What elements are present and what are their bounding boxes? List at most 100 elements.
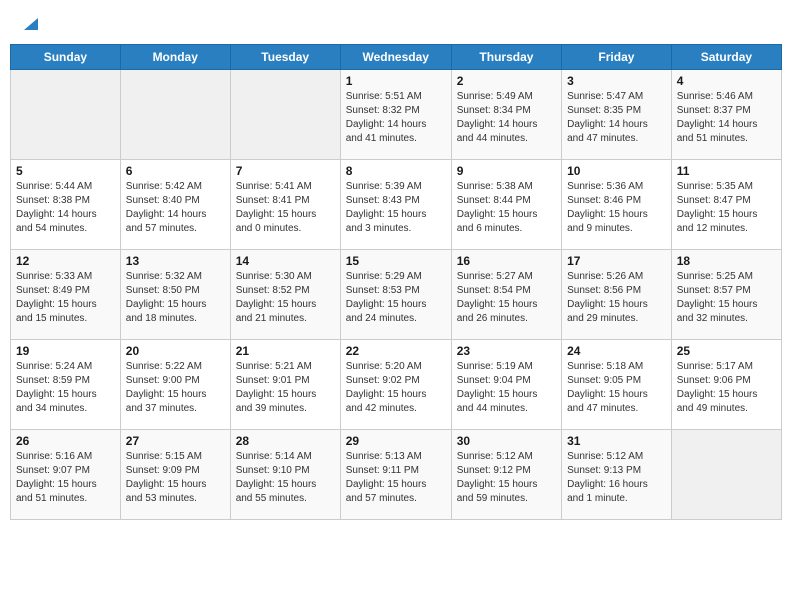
day-of-week-header: Tuesday <box>230 45 340 70</box>
calendar-week-row: 1 Sunrise: 5:51 AM Sunset: 8:32 PM Daylig… <box>11 70 782 160</box>
day-number: 18 <box>677 254 776 268</box>
calendar-cell: 25 Sunrise: 5:17 AM Sunset: 9:06 PM Dayli… <box>671 340 781 430</box>
day-info: Sunrise: 5:33 AM Sunset: 8:49 PM Dayligh… <box>16 270 115 326</box>
day-number: 21 <box>236 344 335 358</box>
day-info: Sunrise: 5:17 AM Sunset: 9:06 PM Dayligh… <box>677 360 776 416</box>
calendar-cell: 12Sunrise: 5:33 AM Sunset: 8:49 PM Dayli… <box>11 250 121 340</box>
day-number: 6 <box>126 164 225 178</box>
day-info: Sunrise: 5:20 AM Sunset: 9:02 PM Dayligh… <box>346 360 446 416</box>
calendar-cell: 23 Sunrise: 5:19 AM Sunset: 9:04 PM Dayli… <box>451 340 561 430</box>
calendar-cell: 6 Sunrise: 5:42 AM Sunset: 8:40 PM Daylig… <box>120 160 230 250</box>
day-info: Sunrise: 5:51 AM Sunset: 8:32 PM Dayligh… <box>346 90 446 146</box>
calendar-cell: 17Sunrise: 5:26 AM Sunset: 8:56 PM Dayli… <box>562 250 672 340</box>
calendar-cell: 14 Sunrise: 5:30 AM Sunset: 8:52 PM Dayli… <box>230 250 340 340</box>
day-info: Sunrise: 5:44 AM Sunset: 8:38 PM Dayligh… <box>16 180 115 236</box>
calendar-cell: 15 Sunrise: 5:29 AM Sunset: 8:53 PM Dayli… <box>340 250 451 340</box>
day-number: 19 <box>16 344 115 358</box>
day-number: 26 <box>16 434 115 448</box>
day-number: 28 <box>236 434 335 448</box>
day-info: Sunrise: 5:16 AM Sunset: 9:07 PM Dayligh… <box>16 450 115 506</box>
day-info: Sunrise: 5:32 AM Sunset: 8:50 PM Dayligh… <box>126 270 225 326</box>
day-number: 31 <box>567 434 666 448</box>
day-number: 8 <box>346 164 446 178</box>
day-number: 24 <box>567 344 666 358</box>
day-info: Sunrise: 5:27 AM Sunset: 8:54 PM Dayligh… <box>457 270 556 326</box>
day-number: 27 <box>126 434 225 448</box>
calendar-cell: 5 Sunrise: 5:44 AM Sunset: 8:38 PM Daylig… <box>11 160 121 250</box>
calendar-cell: 13 Sunrise: 5:32 AM Sunset: 8:50 PM Dayli… <box>120 250 230 340</box>
calendar-cell: 21 Sunrise: 5:21 AM Sunset: 9:01 PM Dayli… <box>230 340 340 430</box>
day-number: 30 <box>457 434 556 448</box>
calendar-cell: 26 Sunrise: 5:16 AM Sunset: 9:07 PM Dayli… <box>11 430 121 520</box>
calendar-cell: 19Sunrise: 5:24 AM Sunset: 8:59 PM Dayli… <box>11 340 121 430</box>
day-of-week-header: Friday <box>562 45 672 70</box>
day-number: 5 <box>16 164 115 178</box>
day-number: 16 <box>457 254 556 268</box>
day-info: Sunrise: 5:41 AM Sunset: 8:41 PM Dayligh… <box>236 180 335 236</box>
day-info: Sunrise: 5:13 AM Sunset: 9:11 PM Dayligh… <box>346 450 446 506</box>
day-info: Sunrise: 5:19 AM Sunset: 9:04 PM Dayligh… <box>457 360 556 416</box>
logo-icon <box>20 14 38 32</box>
day-info: Sunrise: 5:38 AM Sunset: 8:44 PM Dayligh… <box>457 180 556 236</box>
day-number: 1 <box>346 74 446 88</box>
day-of-week-header: Saturday <box>671 45 781 70</box>
calendar-cell <box>11 70 121 160</box>
calendar-cell: 16 Sunrise: 5:27 AM Sunset: 8:54 PM Dayli… <box>451 250 561 340</box>
day-info: Sunrise: 5:14 AM Sunset: 9:10 PM Dayligh… <box>236 450 335 506</box>
day-info: Sunrise: 5:18 AM Sunset: 9:05 PM Dayligh… <box>567 360 666 416</box>
day-number: 3 <box>567 74 666 88</box>
calendar-cell: 28 Sunrise: 5:14 AM Sunset: 9:10 PM Dayli… <box>230 430 340 520</box>
calendar-cell: 8 Sunrise: 5:39 AM Sunset: 8:43 PM Daylig… <box>340 160 451 250</box>
day-info: Sunrise: 5:12 AM Sunset: 9:12 PM Dayligh… <box>457 450 556 506</box>
day-number: 13 <box>126 254 225 268</box>
day-number: 23 <box>457 344 556 358</box>
day-number: 15 <box>346 254 446 268</box>
day-of-week-header: Sunday <box>11 45 121 70</box>
calendar-cell: 20 Sunrise: 5:22 AM Sunset: 9:00 PM Dayli… <box>120 340 230 430</box>
day-of-week-header: Wednesday <box>340 45 451 70</box>
day-number: 4 <box>677 74 776 88</box>
calendar-week-row: 12Sunrise: 5:33 AM Sunset: 8:49 PM Dayli… <box>11 250 782 340</box>
day-info: Sunrise: 5:47 AM Sunset: 8:35 PM Dayligh… <box>567 90 666 146</box>
calendar-cell: 1 Sunrise: 5:51 AM Sunset: 8:32 PM Daylig… <box>340 70 451 160</box>
day-info: Sunrise: 5:26 AM Sunset: 8:56 PM Dayligh… <box>567 270 666 326</box>
day-number: 14 <box>236 254 335 268</box>
calendar-cell: 18 Sunrise: 5:25 AM Sunset: 8:57 PM Dayli… <box>671 250 781 340</box>
day-number: 20 <box>126 344 225 358</box>
calendar-week-row: 26 Sunrise: 5:16 AM Sunset: 9:07 PM Dayli… <box>11 430 782 520</box>
calendar-cell <box>120 70 230 160</box>
day-info: Sunrise: 5:49 AM Sunset: 8:34 PM Dayligh… <box>457 90 556 146</box>
logo <box>18 14 38 32</box>
calendar-cell: 27Sunrise: 5:15 AM Sunset: 9:09 PM Dayli… <box>120 430 230 520</box>
calendar-week-row: 19Sunrise: 5:24 AM Sunset: 8:59 PM Dayli… <box>11 340 782 430</box>
calendar-cell <box>230 70 340 160</box>
calendar-cell: 29 Sunrise: 5:13 AM Sunset: 9:11 PM Dayli… <box>340 430 451 520</box>
calendar-cell: 3 Sunrise: 5:47 AM Sunset: 8:35 PM Daylig… <box>562 70 672 160</box>
calendar-cell: 9Sunrise: 5:38 AM Sunset: 8:44 PM Daylig… <box>451 160 561 250</box>
day-info: Sunrise: 5:29 AM Sunset: 8:53 PM Dayligh… <box>346 270 446 326</box>
calendar-header-row: SundayMondayTuesdayWednesdayThursdayFrid… <box>11 45 782 70</box>
day-info: Sunrise: 5:30 AM Sunset: 8:52 PM Dayligh… <box>236 270 335 326</box>
day-info: Sunrise: 5:25 AM Sunset: 8:57 PM Dayligh… <box>677 270 776 326</box>
day-info: Sunrise: 5:39 AM Sunset: 8:43 PM Dayligh… <box>346 180 446 236</box>
calendar-table: SundayMondayTuesdayWednesdayThursdayFrid… <box>10 44 782 520</box>
day-info: Sunrise: 5:35 AM Sunset: 8:47 PM Dayligh… <box>677 180 776 236</box>
calendar-cell: 2 Sunrise: 5:49 AM Sunset: 8:34 PM Daylig… <box>451 70 561 160</box>
day-info: Sunrise: 5:46 AM Sunset: 8:37 PM Dayligh… <box>677 90 776 146</box>
day-number: 25 <box>677 344 776 358</box>
day-info: Sunrise: 5:21 AM Sunset: 9:01 PM Dayligh… <box>236 360 335 416</box>
page-header <box>10 10 782 36</box>
calendar-cell: 24 Sunrise: 5:18 AM Sunset: 9:05 PM Dayli… <box>562 340 672 430</box>
day-info: Sunrise: 5:22 AM Sunset: 9:00 PM Dayligh… <box>126 360 225 416</box>
day-number: 29 <box>346 434 446 448</box>
day-number: 7 <box>236 164 335 178</box>
day-number: 10 <box>567 164 666 178</box>
day-of-week-header: Thursday <box>451 45 561 70</box>
day-of-week-header: Monday <box>120 45 230 70</box>
calendar-cell <box>671 430 781 520</box>
day-info: Sunrise: 5:42 AM Sunset: 8:40 PM Dayligh… <box>126 180 225 236</box>
day-number: 2 <box>457 74 556 88</box>
day-number: 11 <box>677 164 776 178</box>
day-info: Sunrise: 5:36 AM Sunset: 8:46 PM Dayligh… <box>567 180 666 236</box>
calendar-cell: 11 Sunrise: 5:35 AM Sunset: 8:47 PM Dayli… <box>671 160 781 250</box>
